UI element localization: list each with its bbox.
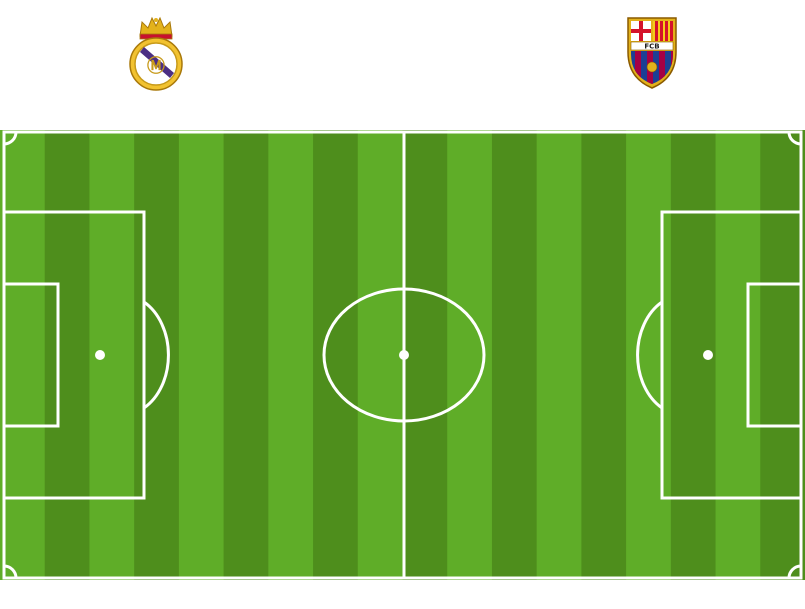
home-team-crest[interactable]: Ⓜ bbox=[126, 12, 186, 92]
pitch-stripe bbox=[268, 130, 314, 580]
svg-text:Ⓜ: Ⓜ bbox=[147, 55, 165, 77]
pitch-stripe bbox=[134, 130, 180, 580]
match-setup-screen: Ⓜ FCB bbox=[0, 0, 805, 609]
pitch-canvas[interactable] bbox=[0, 130, 805, 580]
center-spot bbox=[399, 350, 409, 360]
pitch-stripe bbox=[491, 130, 538, 580]
pitch-stripe bbox=[357, 130, 403, 580]
pitch-stripe bbox=[0, 130, 46, 580]
pitch-stripe bbox=[313, 130, 359, 580]
pitch-stripe bbox=[447, 130, 493, 580]
pitch-stripe bbox=[402, 130, 448, 580]
pitch-stripe bbox=[581, 130, 627, 580]
right-penalty-spot bbox=[703, 350, 713, 360]
pitch-stripe bbox=[760, 130, 805, 580]
pitch-stripe bbox=[715, 130, 761, 580]
pitch-stripe bbox=[178, 130, 225, 580]
fc-barcelona-crest-icon: FCB bbox=[627, 17, 677, 89]
real-madrid-crest-icon: Ⓜ bbox=[129, 16, 183, 91]
away-crest-letters: FCB bbox=[644, 43, 659, 51]
away-team-crest[interactable]: FCB bbox=[622, 12, 682, 92]
left-penalty-spot bbox=[95, 350, 105, 360]
pitch-stripe bbox=[44, 130, 90, 580]
pitch-stripe bbox=[626, 130, 672, 580]
football-pitch[interactable] bbox=[0, 130, 805, 580]
pitch-stripe bbox=[536, 130, 582, 580]
pitch-stripe bbox=[223, 130, 269, 580]
